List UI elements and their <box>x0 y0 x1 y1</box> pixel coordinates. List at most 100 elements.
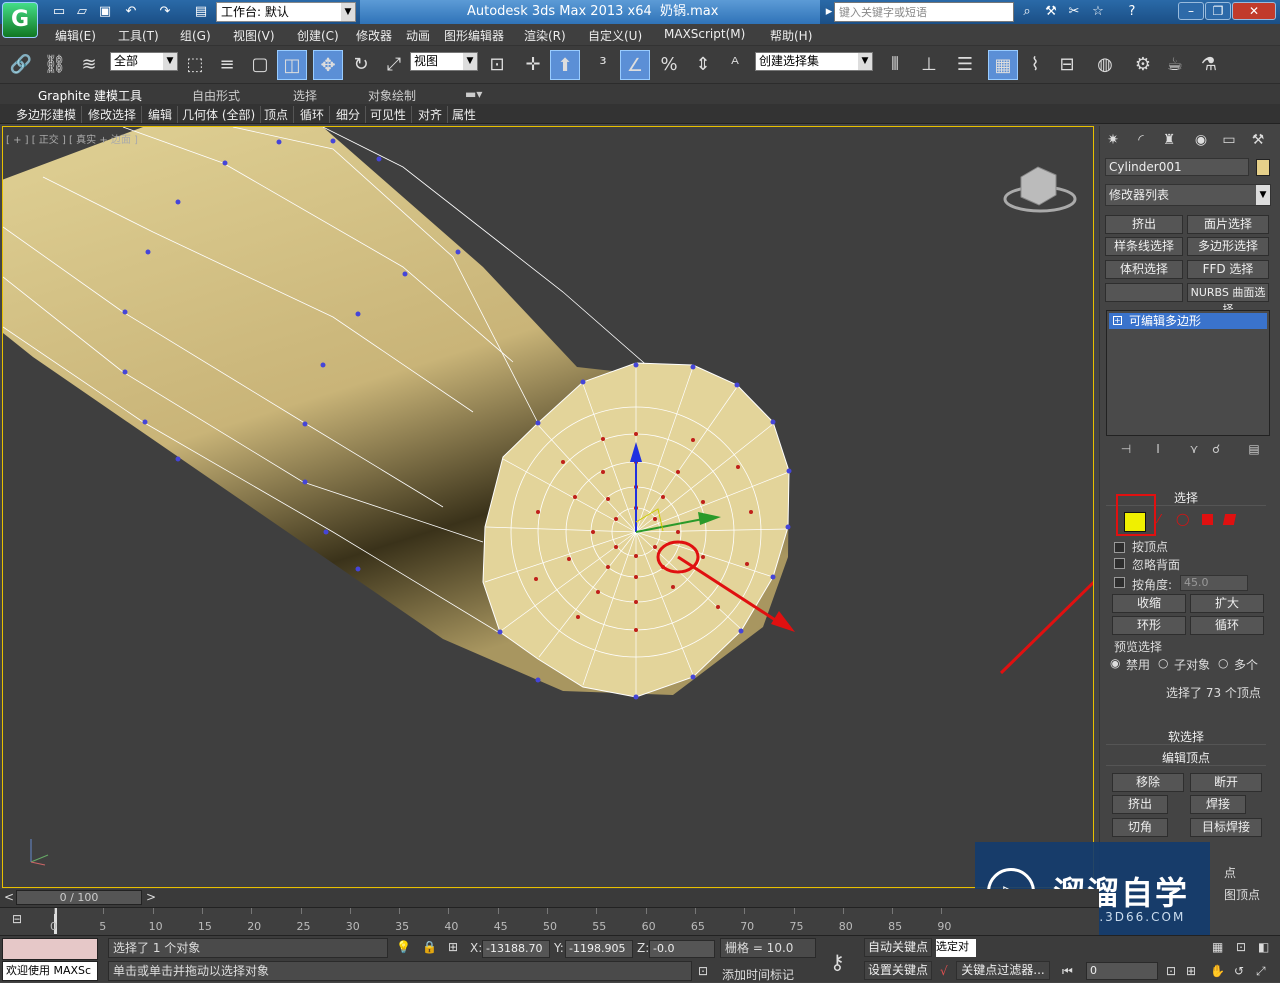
motion-tab-icon[interactable]: ◉ <box>1188 128 1214 152</box>
object-color-swatch[interactable] <box>1256 159 1270 176</box>
unlink-icon[interactable]: ⛓ <box>40 50 70 80</box>
layer-manager-icon[interactable]: ☰ <box>950 50 980 80</box>
menu-animation[interactable]: 动画 <box>406 27 430 44</box>
weld-button[interactable]: 焊接 <box>1190 795 1246 814</box>
extrude-button[interactable]: 挤出 <box>1112 795 1168 814</box>
zoom-region-icon[interactable]: ⊡ <box>1236 940 1246 954</box>
display-tab-icon[interactable]: ▭ <box>1216 128 1242 152</box>
spinner-snap-icon[interactable]: ⇕ <box>688 50 718 80</box>
viewcube-icon[interactable] <box>1003 166 1077 213</box>
keyboard-shortcut-icon[interactable]: ⬆ <box>550 50 580 80</box>
target-weld-button[interactable]: 目标焊接 <box>1190 818 1262 837</box>
project-folder-icon[interactable]: ▤ <box>192 3 210 21</box>
menu-help[interactable]: 帮助(H) <box>770 27 812 44</box>
undo-icon[interactable]: ↶ <box>122 3 140 21</box>
border-mode-icon[interactable]: ◯ <box>1176 512 1189 526</box>
modifier-stack[interactable]: + 可编辑多边形 <box>1106 310 1270 436</box>
scale-icon[interactable]: ⤢ <box>379 50 409 80</box>
vol-select-button[interactable]: 体积选择 <box>1105 260 1183 279</box>
rect-selection-icon[interactable]: ▢ <box>245 50 275 80</box>
select-manipulate-icon[interactable]: ✛ <box>518 50 548 80</box>
communication-icon[interactable]: ✂ <box>1064 3 1084 21</box>
panel-subdivision[interactable]: 细分 <box>336 106 367 123</box>
by-vertex-checkbox[interactable] <box>1114 542 1125 553</box>
expand-plus-icon[interactable]: + <box>1113 316 1122 325</box>
tab-graphite[interactable]: Graphite 建模工具 <box>38 87 142 104</box>
snaps-toggle-icon[interactable]: ³ <box>588 50 618 80</box>
menu-modifiers[interactable]: 修改器 <box>356 27 392 44</box>
bind-spacewarp-icon[interactable]: ≋ <box>74 50 104 80</box>
named-selection-set-select[interactable]: 创建选择集 ▼ <box>755 52 873 71</box>
curve-editor-icon[interactable]: ⌇ <box>1020 50 1050 80</box>
close-button[interactable]: ✕ <box>1232 2 1276 20</box>
panel-loops[interactable]: 循环 <box>300 106 331 123</box>
field-of-view-icon[interactable]: ▦ <box>1212 940 1223 954</box>
z-coord-field[interactable]: -0.0 <box>649 940 715 958</box>
time-slider-thumb[interactable]: 0 / 100 <box>16 890 142 905</box>
render-setup-icon[interactable]: ⚙ <box>1128 50 1158 80</box>
edit-vertices-rollout-title[interactable]: 编辑顶点 <box>1106 750 1266 766</box>
restore-button[interactable]: ❐ <box>1205 2 1231 20</box>
remove-modifier-icon[interactable]: ☌ <box>1206 442 1226 462</box>
utilities-tab-icon[interactable]: ⚒ <box>1245 128 1271 152</box>
selected-set-field[interactable]: 选定对 <box>936 939 976 957</box>
configure-sets-icon[interactable]: ▤ <box>1244 442 1264 462</box>
zoom-extents-icon[interactable]: ⊡ <box>1166 964 1176 978</box>
edit-named-selection-icon[interactable]: ᴬ <box>720 50 750 80</box>
current-frame-field[interactable]: 0 <box>1086 962 1158 980</box>
lock-icon[interactable]: 🔒 <box>422 940 437 954</box>
tab-object-paint[interactable]: 对象绘制 <box>368 87 416 104</box>
render-production-icon[interactable]: ⚗ <box>1194 50 1224 80</box>
panel-polygon-modeling[interactable]: 多边形建模 <box>16 106 83 123</box>
key-icon[interactable]: ⚷ <box>830 950 845 974</box>
window-crossing-icon[interactable]: ◫ <box>277 50 307 80</box>
prev-frame-icon[interactable]: < <box>4 890 14 904</box>
menu-create[interactable]: 创建(C) <box>297 27 339 44</box>
spline-select-button[interactable]: 样条线选择 <box>1105 237 1183 256</box>
zoom-all-icon[interactable]: ⊞ <box>1186 964 1196 978</box>
select-object-icon[interactable]: ⬚ <box>180 50 210 80</box>
x-coord-field[interactable]: -13188.70 <box>482 940 550 958</box>
time-config-icon[interactable]: ⏮ <box>1062 964 1073 979</box>
menu-maxscript[interactable]: MAXScript(M) <box>664 27 745 41</box>
favorites-star-icon[interactable]: ☆ <box>1088 3 1108 21</box>
selection-filter-select[interactable]: 全部 ▼ <box>110 52 178 71</box>
help-icon[interactable]: ? <box>1122 3 1142 21</box>
stack-item-editable-poly[interactable]: + 可编辑多边形 <box>1109 313 1267 329</box>
time-slider[interactable]: < 0 / 100 > <box>0 889 1099 907</box>
poly-select-button[interactable]: 多边形选择 <box>1187 237 1269 256</box>
set-key-button[interactable]: 设置关键点 <box>864 961 932 980</box>
ring-button[interactable]: 环形 <box>1112 616 1186 635</box>
patch-select-button[interactable]: 面片选择 <box>1187 215 1269 234</box>
modify-tab-icon[interactable]: ◜ <box>1128 128 1154 152</box>
pin-stack-icon[interactable]: ⊣ <box>1116 442 1136 462</box>
subscription-icon[interactable]: ⚒ <box>1041 3 1061 21</box>
walk-through-icon[interactable]: ◧ <box>1258 940 1269 954</box>
soft-selection-rollout-title[interactable]: 软选择 <box>1106 729 1266 745</box>
preview-multi-radio[interactable]: ○ <box>1218 656 1228 670</box>
menu-rendering[interactable]: 渲染(R) <box>524 27 566 44</box>
schematic-view-icon[interactable]: ⊟ <box>1052 50 1082 80</box>
rendered-frame-icon[interactable]: ☕ <box>1160 50 1190 80</box>
binoculars-icon[interactable]: ⌕ <box>1017 3 1037 21</box>
panel-visibility[interactable]: 可见性 <box>370 106 413 123</box>
by-angle-checkbox[interactable] <box>1114 577 1125 588</box>
modifier-list-select[interactable]: 修改器列表 ▼ <box>1105 184 1271 206</box>
menu-customize[interactable]: 自定义(U) <box>588 27 642 44</box>
panel-geometry-all[interactable]: 几何体 (全部) <box>182 106 262 123</box>
menu-tools[interactable]: 工具(T) <box>118 27 159 44</box>
chamfer-button[interactable]: 切角 <box>1112 818 1168 837</box>
link-icon[interactable]: 🔗 <box>6 50 36 80</box>
viewport-label[interactable]: [ + ] [ 正交 ] [ 真实 + 边面 ] <box>6 131 138 146</box>
select-by-name-icon[interactable]: ≡ <box>212 50 242 80</box>
mirror-icon[interactable]: ⫴ <box>880 50 910 80</box>
time-tag-icon[interactable]: ⊡ <box>698 964 708 978</box>
track-bar[interactable]: ⊟ 0 5 10 15 20 25 30 35 40 45 50 55 60 65 70 75 80 85 90 <box>0 907 1099 935</box>
tab-selection[interactable]: 选择 <box>293 87 317 104</box>
reference-coord-select[interactable]: 视图 ▼ <box>410 52 478 71</box>
workspace-select[interactable]: 工作台: 默认 ▼ <box>216 2 356 22</box>
angle-spinner[interactable]: 45.0 <box>1180 575 1248 591</box>
panel-align[interactable]: 对齐 <box>418 106 449 123</box>
preview-subobject-radio[interactable]: ○ <box>1158 656 1168 670</box>
extrude-mod-button[interactable]: 挤出 <box>1105 215 1183 234</box>
